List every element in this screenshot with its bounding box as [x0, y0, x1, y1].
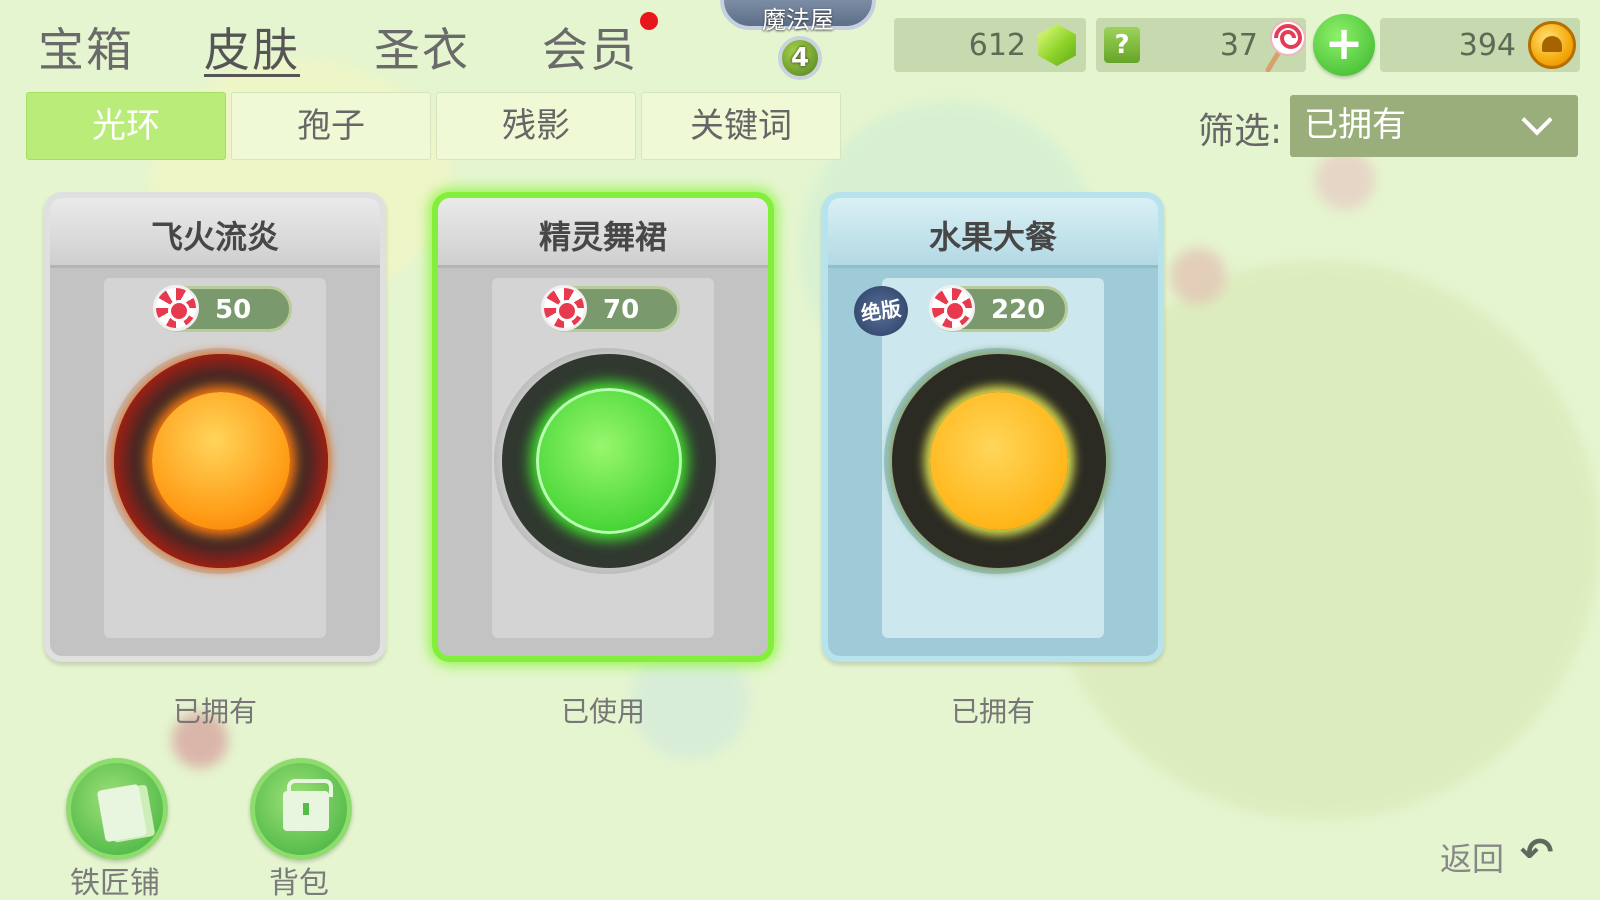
cards-icon [96, 783, 148, 843]
halo-core [536, 388, 682, 534]
back-button[interactable]: 返回 ↶ [1440, 828, 1560, 878]
candy-counter: ? 37 [1096, 18, 1306, 72]
magic-house-label: 魔法屋 [762, 6, 834, 34]
tab-membership[interactable]: 会员 [542, 14, 638, 80]
card-status: 已拥有 [172, 695, 257, 728]
coin-icon [1528, 21, 1576, 69]
add-currency-button[interactable]: + [1313, 14, 1375, 76]
price-value: 70 [603, 295, 640, 325]
candy-value: 37 [1219, 28, 1258, 63]
candy-icon [929, 285, 975, 331]
magic-house-level: 4 [778, 36, 822, 80]
filter-label: 筛选: [1198, 111, 1283, 152]
halo-core [152, 392, 290, 530]
skin-card-fruit[interactable]: 水果大餐 绝版 220 [822, 192, 1164, 662]
card-status: 已拥有 [950, 695, 1035, 728]
tab-treasure-box[interactable]: 宝箱 [38, 14, 134, 80]
background-blob [1315, 150, 1375, 210]
price-badge: 220 [929, 285, 1068, 332]
coin-counter: 394 [1380, 18, 1580, 72]
candy-icon [541, 285, 587, 331]
filter-dropdown[interactable]: 已拥有 [1290, 95, 1578, 157]
candy-icon [153, 285, 199, 331]
help-icon[interactable]: ? [1104, 27, 1140, 63]
card-status: 已使用 [560, 695, 645, 728]
skin-card-spirit[interactable]: 精灵舞裙 70 [432, 192, 774, 662]
card-title: 水果大餐 [928, 218, 1057, 256]
card-frame: 水果大餐 绝版 220 [822, 192, 1164, 662]
magic-house-button[interactable]: 魔法屋 4 [716, 0, 880, 80]
card-frame: 精灵舞裙 70 [432, 192, 774, 662]
top-nav: 宝箱 皮肤 圣衣 会员 [0, 0, 700, 90]
backpack-button[interactable]: 背包 [244, 758, 354, 900]
back-arrow-icon: ↶ [1520, 830, 1554, 876]
filter-value: 已拥有 [1304, 105, 1406, 145]
tab-afterimage[interactable]: 残影 [436, 92, 636, 160]
notification-dot [640, 12, 658, 30]
backpack-label: 背包 [269, 866, 329, 900]
tab-spore[interactable]: 孢子 [231, 92, 431, 160]
blacksmith-icon-circle [66, 758, 168, 860]
card-frame: 飞火流炎 50 [44, 192, 386, 662]
price-badge: 70 [541, 285, 680, 332]
lollipop-icon [1265, 20, 1306, 72]
gem-value: 612 [968, 28, 1026, 63]
gem-counter: 612 [894, 18, 1086, 72]
fire-halo-icon [114, 354, 328, 568]
price-value: 50 [215, 295, 252, 325]
tab-skins[interactable]: 皮肤 [204, 14, 300, 80]
price-value: 220 [991, 295, 1046, 325]
halo-core [930, 392, 1068, 530]
blacksmith-button[interactable]: 铁匠铺 [60, 758, 170, 900]
fruit-halo-icon [892, 354, 1106, 568]
background-blob [1170, 248, 1226, 304]
blacksmith-label: 铁匠铺 [70, 866, 160, 900]
coin-value: 394 [1458, 28, 1516, 63]
tab-halo[interactable]: 光环 [26, 92, 226, 160]
card-title: 精灵舞裙 [538, 218, 667, 256]
price-badge: 50 [153, 285, 292, 332]
tab-holy-armor[interactable]: 圣衣 [374, 14, 470, 80]
toolbox-icon [283, 779, 333, 831]
back-label: 返回 [1440, 840, 1505, 878]
spirit-halo-icon [502, 354, 716, 568]
skin-card-fire[interactable]: 飞火流炎 50 [44, 192, 386, 662]
card-title: 飞火流炎 [150, 218, 279, 256]
chevron-down-icon [1521, 104, 1553, 136]
gem-icon [1038, 24, 1076, 66]
tab-keyword[interactable]: 关键词 [641, 92, 841, 160]
backpack-icon-circle [250, 758, 352, 860]
